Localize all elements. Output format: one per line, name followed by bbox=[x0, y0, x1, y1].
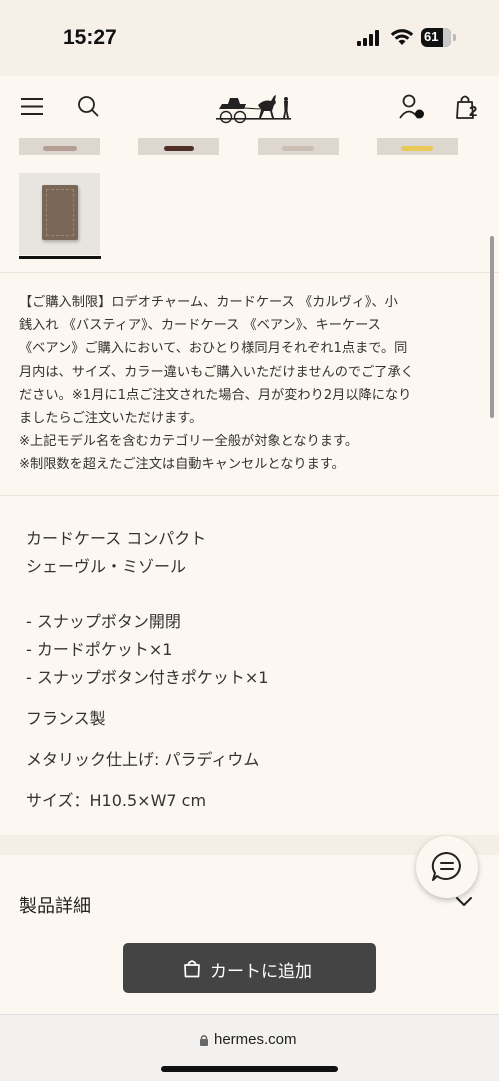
hamburger-menu-icon[interactable] bbox=[21, 97, 43, 116]
chat-icon bbox=[431, 851, 461, 881]
add-to-cart-button[interactable]: カートに追加 bbox=[123, 943, 376, 993]
feature-item: - カードポケット×1 bbox=[26, 640, 173, 659]
battery-tip bbox=[453, 34, 456, 41]
account-icon[interactable] bbox=[398, 94, 426, 120]
feature-item: - スナップボタン付きポケット×1 bbox=[26, 668, 269, 687]
purchase-limit-notice: 【ご購入制限】ロデオチャーム、カードケース 《カルヴィ》、小 銭入れ 《バスティ… bbox=[19, 291, 479, 477]
product-origin: フランス製 bbox=[26, 709, 106, 728]
product-thumbnail[interactable] bbox=[258, 138, 339, 155]
search-icon[interactable] bbox=[77, 95, 99, 117]
hermes-carriage-logo[interactable] bbox=[214, 91, 293, 124]
notice-line: ※制限数を超えたご注文は自動キャンセルとなります。 bbox=[19, 457, 345, 473]
home-indicator[interactable] bbox=[161, 1066, 338, 1072]
shopping-bag-icon[interactable] bbox=[454, 93, 482, 121]
status-bar: 15:27 61 bbox=[0, 0, 499, 76]
add-to-cart-label: カートに追加 bbox=[210, 962, 312, 982]
selected-thumbnail-indicator bbox=[19, 256, 101, 259]
notice-line: 《ベアン》ご購入において、おひとり様同月それぞれ1点まで。同 bbox=[19, 341, 408, 357]
section-divider bbox=[0, 272, 499, 273]
product-thumbnail[interactable] bbox=[377, 138, 458, 155]
product-name: カードケース コンパクト bbox=[26, 529, 207, 548]
notice-line: 【ご購入制限】ロデオチャーム、カードケース 《カルヴィ》、小 bbox=[19, 295, 398, 310]
product-size: サイズ：H10.5×W7 cm bbox=[26, 791, 207, 810]
product-finish: メタリック仕上げ: パラディウム bbox=[26, 750, 260, 769]
chat-button[interactable] bbox=[416, 836, 478, 898]
site-header: 2 bbox=[0, 76, 499, 138]
product-details-heading[interactable]: 製品詳細 bbox=[19, 892, 91, 918]
product-thumbnail-selected[interactable] bbox=[19, 173, 100, 255]
page-scrollbar[interactable] bbox=[490, 236, 494, 418]
section-divider bbox=[0, 495, 499, 496]
wifi-icon bbox=[390, 29, 414, 45]
feature-item: - スナップボタン開閉 bbox=[26, 612, 181, 631]
notice-line: ましたらご注文いただけます。 bbox=[19, 411, 203, 427]
notice-line: ださい。※1月に1点ご注文された場合、月が変わり2月以降になり bbox=[19, 387, 412, 403]
cart-count-badge: 2 bbox=[469, 103, 478, 120]
shopping-bag-icon bbox=[184, 960, 200, 978]
product-thumbnail[interactable] bbox=[19, 138, 100, 155]
battery-level: 61 bbox=[424, 29, 439, 44]
battery-icon: 61 bbox=[421, 28, 451, 47]
browser-url-bar[interactable]: hermes.com bbox=[0, 1014, 499, 1081]
status-time: 15:27 bbox=[63, 26, 117, 49]
lock-icon bbox=[200, 1035, 208, 1046]
product-thumbnail[interactable] bbox=[138, 138, 219, 155]
notice-line: 銭入れ 《バスティア》、カードケース 《ベアン》、キーケース bbox=[19, 318, 381, 334]
notice-line: 月内は、サイズ、カラー違いもご購入いただけませんのでご了承く bbox=[19, 364, 414, 380]
url-text[interactable]: hermes.com bbox=[214, 1031, 297, 1048]
product-thumbnails-row bbox=[0, 138, 499, 156]
notice-line: ※上記モデル名を含むカテゴリー全般が対象となります。 bbox=[19, 434, 359, 450]
cellular-signal-icon bbox=[357, 30, 379, 46]
card-case-image bbox=[42, 185, 78, 240]
chevron-down-icon[interactable] bbox=[455, 896, 473, 908]
product-material: シェーヴル・ミゾール bbox=[26, 557, 187, 576]
